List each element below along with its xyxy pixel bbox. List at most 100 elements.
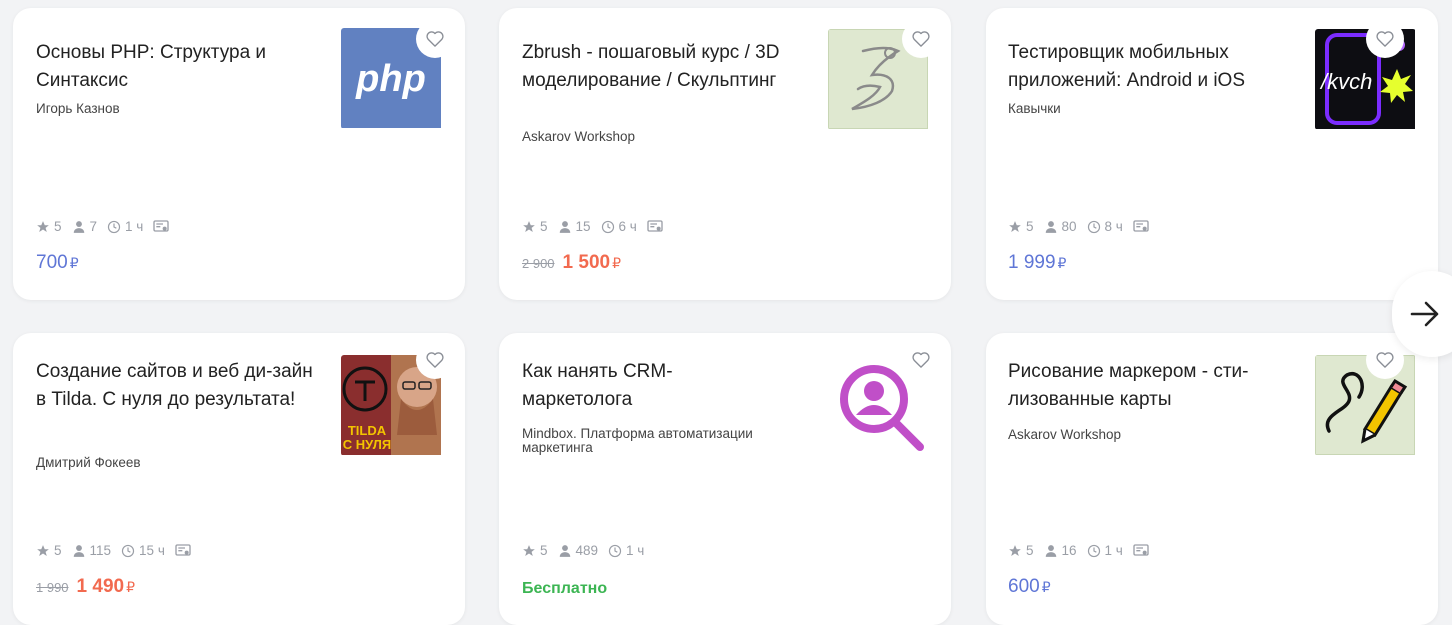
- clock-icon: [608, 544, 622, 557]
- certificate-icon: [1133, 219, 1149, 232]
- duration: 8 ч: [1087, 219, 1123, 234]
- course-stats: 5 15 6 ч: [522, 219, 677, 234]
- course-card[interactable]: Создание сайтов и веб ди-зайн в Tilda. С…: [13, 333, 465, 625]
- course-author: Mindbox. Платформа автоматизации маркети…: [522, 426, 753, 455]
- course-card[interactable]: Zbrush - пошаговый курс / 3D моделирован…: [499, 8, 951, 300]
- clock-icon: [1087, 544, 1100, 557]
- certificate: [647, 219, 667, 234]
- clock-icon: [1087, 220, 1100, 233]
- course-author: Кавычки: [1008, 101, 1061, 116]
- rating-value: 5: [540, 543, 548, 558]
- course-stats: 5 16 1 ч: [1008, 543, 1163, 558]
- rating: 5: [1008, 219, 1034, 234]
- sale-price: 1 500 ₽: [562, 252, 622, 273]
- course-title[interactable]: Как нанять CRM-маркетолога: [522, 358, 722, 414]
- rating-value: 5: [540, 219, 548, 234]
- course-grid: Основы PHP: Структура и Синтаксис Игорь …: [0, 0, 1452, 625]
- favorite-button[interactable]: [1366, 20, 1404, 58]
- price-row: 2 900 1 500 ₽: [522, 252, 621, 274]
- rating: 5: [1008, 543, 1034, 558]
- course-title[interactable]: Zbrush - пошаговый курс / 3D моделирован…: [522, 39, 812, 95]
- thumb-text: php: [355, 58, 426, 100]
- heart-icon: [912, 352, 930, 368]
- old-price: 2 900: [522, 256, 555, 271]
- price-row: 1 990 1 490 ₽: [36, 576, 135, 598]
- duration-value: 15 ч: [139, 543, 165, 558]
- price: 700 ₽: [36, 252, 79, 273]
- certificate-icon: [1133, 543, 1149, 556]
- heart-icon: [1376, 352, 1394, 368]
- heart-icon: [912, 31, 930, 47]
- course-author: Дмитрий Фокеев: [36, 455, 141, 470]
- duration-value: 6 ч: [618, 219, 637, 234]
- course-author: Игорь Казнов: [36, 101, 120, 116]
- certificate-icon: [153, 219, 169, 232]
- rating: 5: [36, 543, 62, 558]
- user-icon: [73, 220, 84, 233]
- star-icon: [1009, 544, 1021, 556]
- rating-value: 5: [54, 219, 62, 234]
- heart-icon: [1376, 31, 1394, 47]
- course-title[interactable]: Создание сайтов и веб ди-зайн в Tilda. С…: [36, 358, 326, 414]
- rating: 5: [36, 219, 62, 234]
- students-count: 489: [575, 543, 599, 558]
- rating: 5: [522, 543, 548, 558]
- certificate: [175, 543, 195, 558]
- duration-value: 1 ч: [125, 219, 144, 234]
- favorite-button[interactable]: [416, 20, 454, 58]
- course-title[interactable]: Основы PHP: Структура и Синтаксис: [36, 39, 316, 95]
- course-stats: 5 7 1 ч: [36, 219, 183, 234]
- star-icon: [523, 544, 535, 556]
- rating-value: 5: [54, 543, 62, 558]
- duration: 1 ч: [1087, 543, 1123, 558]
- free-label: Бесплатно: [522, 580, 608, 597]
- clock-icon: [107, 220, 121, 233]
- course-stats: 5 115 15 ч: [36, 543, 205, 558]
- user-icon: [1045, 220, 1056, 233]
- price-row: 1 999 ₽: [1008, 252, 1066, 274]
- thumb-text: /kvch: [1319, 69, 1372, 94]
- favorite-button[interactable]: [1366, 341, 1404, 379]
- students-count: 7: [89, 219, 98, 234]
- certificate: [153, 219, 173, 234]
- price-row: Бесплатно: [522, 580, 607, 598]
- certificate: [1133, 219, 1153, 234]
- students: 489: [558, 543, 599, 558]
- course-card[interactable]: Как нанять CRM-маркетолога Mindbox. Плат…: [499, 333, 951, 625]
- course-card[interactable]: Рисование маркером - сти-лизованные карт…: [986, 333, 1438, 625]
- course-card[interactable]: Тестировщик мобильных приложений: Androi…: [986, 8, 1438, 300]
- favorite-button[interactable]: [416, 341, 454, 379]
- price: 1 999 ₽: [1008, 252, 1067, 273]
- course-title[interactable]: Рисование маркером - сти-лизованные карт…: [1008, 358, 1308, 414]
- students: 15: [558, 219, 591, 234]
- students-count: 80: [1061, 219, 1077, 234]
- rating-value: 5: [1026, 219, 1034, 234]
- students-count: 16: [1061, 543, 1077, 558]
- certificate-icon: [175, 543, 191, 556]
- duration-value: 1 ч: [626, 543, 645, 558]
- price-row: 700 ₽: [36, 252, 79, 274]
- rating: 5: [522, 219, 548, 234]
- user-icon: [559, 544, 570, 557]
- thumb-text-1: TILDA: [348, 423, 387, 438]
- clock-icon: [601, 220, 614, 233]
- user-icon: [73, 544, 84, 557]
- star-icon: [1009, 220, 1021, 232]
- sale-price: 1 490 ₽: [76, 576, 136, 597]
- duration: 6 ч: [601, 219, 637, 234]
- favorite-button[interactable]: [902, 20, 940, 58]
- course-card[interactable]: Основы PHP: Структура и Синтаксис Игорь …: [13, 8, 465, 300]
- students: 80: [1044, 219, 1077, 234]
- students: 7: [72, 219, 98, 234]
- certificate: [1133, 543, 1153, 558]
- favorite-button[interactable]: [902, 341, 940, 379]
- course-stats: 5 80 8 ч: [1008, 219, 1163, 234]
- heart-icon: [426, 31, 444, 47]
- course-title[interactable]: Тестировщик мобильных приложений: Androi…: [1008, 39, 1298, 95]
- duration: 15 ч: [121, 543, 165, 558]
- students-count: 115: [89, 543, 112, 558]
- user-icon: [559, 220, 570, 233]
- duration: 1 ч: [107, 219, 143, 234]
- duration-value: 1 ч: [1104, 543, 1123, 558]
- course-author: Askarov Workshop: [1008, 427, 1122, 442]
